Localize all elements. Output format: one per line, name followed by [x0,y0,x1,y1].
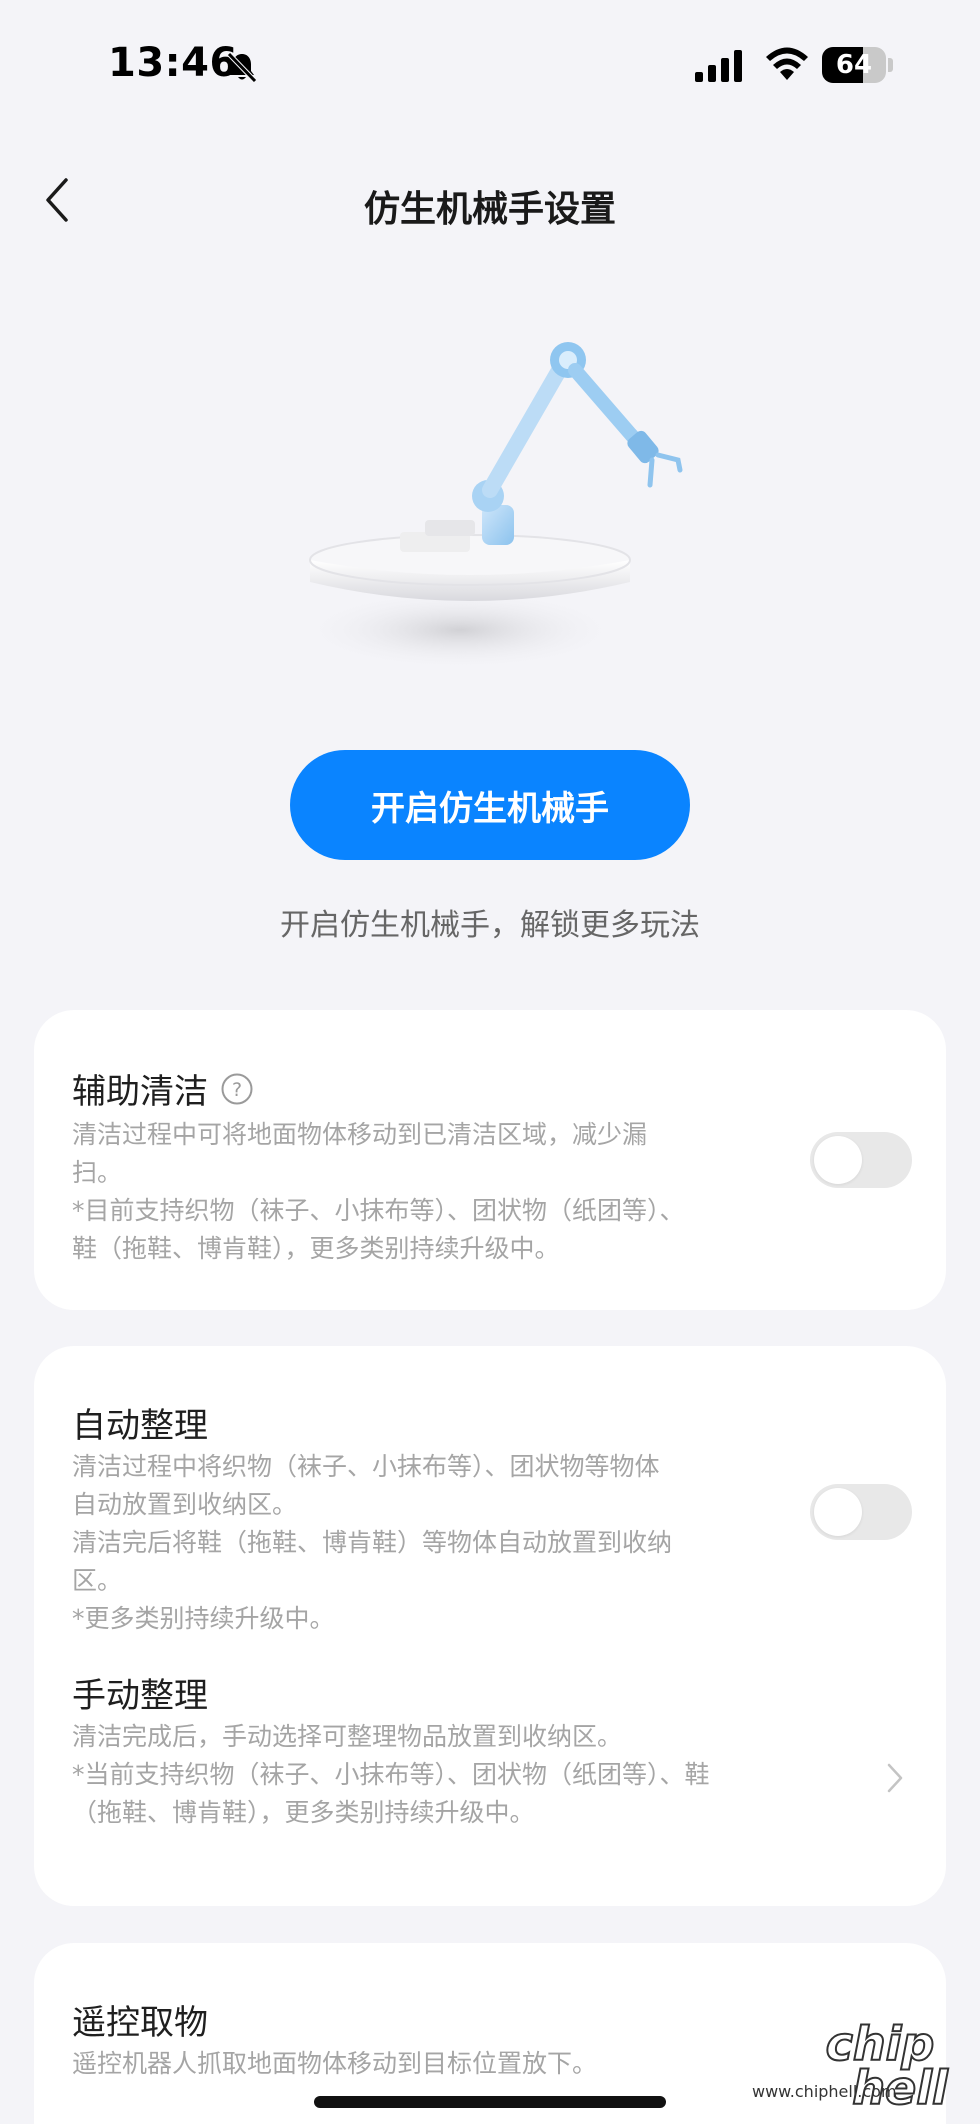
assist-clean-desc-line: 扫。 [72,1158,123,1187]
auto-organize-description: 清洁过程中将织物（袜子、小抹布等）、团状物等物体 自动放置到收纳区。 清洁完后将… [72,1448,772,1638]
remote-pick-desc-line: 遥控机器人抓取地面物体移动到目标位置放下。 [72,2049,598,2078]
home-indicator [314,2096,666,2108]
page-title: 仿生机械手设置 [363,189,616,230]
assist-clean-row: 辅助清洁 ? 清洁过程中可将地面物体移动到已清洁区域，减少漏 扫。 *目前支持织… [34,1010,946,1310]
battery-level: 64 [835,50,873,80]
auto-organize-row: 自动整理 清洁过程中将织物（袜子、小抹布等）、团状物等物体 自动放置到收纳区。 … [34,1346,946,1656]
remote-pick-title: 遥控取物 [72,2003,208,2043]
watermark-url: www.chiphell.com [752,2082,897,2101]
auto-organize-desc-line: 清洁过程中将织物（袜子、小抹布等）、团状物等物体 [72,1452,660,1481]
toggle-knob [814,1136,862,1184]
bell-muted-icon [227,52,257,83]
auto-organize-desc-line: 自动放置到收纳区。 [72,1490,298,1519]
manual-organize-desc-line: *当前支持织物（袜子、小抹布等）、团状物（纸团等）、鞋 [72,1760,710,1789]
battery-cap [888,58,893,72]
assist-clean-toggle[interactable] [810,1132,912,1188]
assist-clean-desc-line: *目前支持织物（袜子、小抹布等）、团状物（纸团等）、 [72,1196,685,1225]
toggle-knob [814,1488,862,1536]
battery-indicator: 64 [822,47,886,83]
assist-clean-desc-line: 鞋（拖鞋、博肯鞋），更多类别持续升级中。 [72,1234,560,1263]
auto-organize-desc-line: 清洁完后将鞋（拖鞋、博肯鞋）等物体自动放置到收纳 [72,1528,673,1557]
assist-clean-title: 辅助清洁 [72,1072,208,1112]
hint-text: 开启仿生机械手，解锁更多玩法 [280,908,700,943]
cellular-signal-icon [695,50,742,82]
status-time: 13:46 [108,40,238,86]
manual-organize-description: 清洁完成后，手动选择可整理物品放置到收纳区。 *当前支持织物（袜子、小抹布等）、… [72,1718,792,1832]
organize-card: 自动整理 清洁过程中将织物（袜子、小抹布等）、团状物等物体 自动放置到收纳区。 … [34,1346,946,1906]
wifi-icon [766,47,808,80]
chevron-right-icon [887,1763,903,1793]
assist-clean-title-wrap: 辅助清洁 ? [72,1064,254,1113]
robot-arm-illustration [300,342,683,670]
auto-organize-desc-line: *更多类别持续升级中。 [72,1604,335,1633]
manual-organize-desc-line: （拖鞋、博肯鞋），更多类别持续升级中。 [72,1798,535,1827]
auto-organize-desc-line: 区。 [72,1566,123,1595]
status-bar: 13:46 64 [0,0,980,130]
manual-organize-row[interactable]: 手动整理 清洁完成后，手动选择可整理物品放置到收纳区。 *当前支持织物（袜子、小… [34,1656,946,1906]
svg-text:?: ? [232,1079,242,1101]
manual-organize-title: 手动整理 [72,1676,208,1716]
nav-bar: 仿生机械手设置 [0,160,980,240]
assist-clean-description: 清洁过程中可将地面物体移动到已清洁区域，减少漏 扫。 *目前支持织物（袜子、小抹… [72,1116,772,1268]
enable-robot-arm-button[interactable]: 开启仿生机械手 [290,750,690,860]
help-icon[interactable]: ? [220,1072,254,1106]
auto-organize-toggle[interactable] [810,1484,912,1540]
assist-clean-desc-line: 清洁过程中可将地面物体移动到已清洁区域，减少漏 [72,1120,648,1149]
remote-pick-description: 遥控机器人抓取地面物体移动到目标位置放下。 [72,2045,772,2083]
manual-organize-desc-line: 清洁完成后，手动选择可整理物品放置到收纳区。 [72,1722,623,1751]
auto-organize-title: 自动整理 [72,1406,208,1446]
assist-clean-card: 辅助清洁 ? 清洁过程中可将地面物体移动到已清洁区域，减少漏 扫。 *目前支持织… [34,1010,946,1310]
